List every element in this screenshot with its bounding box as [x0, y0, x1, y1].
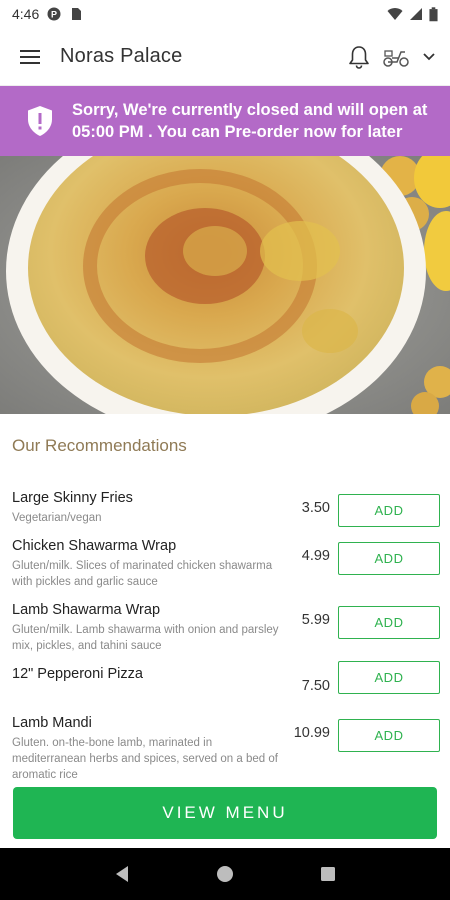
closed-banner: Sorry, We're currently closed and will o…: [0, 86, 450, 156]
wifi-icon: [387, 8, 403, 20]
system-nav-bar: [0, 848, 450, 900]
item-price: 4.99: [301, 548, 330, 564]
item-description: Gluten. on-the-bone lamb, marinated in m…: [12, 737, 278, 781]
p-circle-icon: P: [47, 7, 61, 21]
banner-line-2: 05:00 PM . You can Pre-order now for lat…: [72, 123, 403, 141]
recommendations-list[interactable]: Large Skinny Fries Vegetarian/vegan 3.50…: [0, 490, 450, 782]
home-icon[interactable]: [211, 860, 239, 888]
add-button[interactable]: ADD: [338, 719, 440, 752]
app-bar: Noras Palace: [0, 28, 450, 86]
hero-food-image: [0, 156, 450, 414]
item-price: 3.50: [301, 500, 330, 516]
view-menu-button[interactable]: VIEW MENU: [13, 787, 437, 839]
list-item: Lamb Shawarma Wrap Gluten/milk. Lamb sha…: [0, 602, 450, 662]
battery-icon: [429, 6, 438, 21]
list-item: Chicken Shawarma Wrap Gluten/milk. Slice…: [0, 538, 450, 598]
status-time: 4:46: [12, 6, 40, 22]
list-item: 12" Pepperoni Pizza 7.50 ADD: [0, 661, 450, 710]
status-bar: 4:46 P: [0, 0, 450, 28]
signal-icon: [410, 8, 422, 20]
item-price: 7.50: [301, 678, 330, 694]
scooter-icon[interactable]: [382, 46, 410, 68]
recents-icon[interactable]: [314, 860, 342, 888]
shield-alert-icon: [28, 106, 52, 136]
item-price: 5.99: [301, 612, 330, 628]
item-description: Gluten/milk. Slices of marinated chicken…: [12, 560, 273, 588]
list-item: Lamb Mandi Gluten. on-the-bone lamb, mar…: [0, 715, 450, 782]
bell-icon[interactable]: [348, 45, 370, 69]
add-button[interactable]: ADD: [338, 606, 440, 639]
chevron-down-icon[interactable]: [422, 52, 436, 62]
sim-card-icon: [72, 8, 82, 20]
restaurant-title: Noras Palace: [60, 45, 183, 67]
item-name: Lamb Shawarma Wrap: [12, 602, 161, 618]
banner-line-1: Sorry, We're currently closed and will o…: [72, 101, 428, 119]
item-name: Large Skinny Fries: [12, 490, 133, 506]
list-item: Large Skinny Fries Vegetarian/vegan 3.50…: [0, 490, 450, 532]
item-description: Vegetarian/vegan: [12, 512, 102, 524]
item-name: 12" Pepperoni Pizza: [12, 666, 143, 682]
hamburger-menu-icon[interactable]: [14, 41, 46, 73]
item-description: Gluten/milk. Lamb shawarma with onion an…: [12, 624, 279, 652]
svg-text:P: P: [51, 10, 57, 20]
section-title: Our Recommendations: [12, 436, 187, 455]
item-name: Lamb Mandi: [12, 715, 92, 731]
add-button[interactable]: ADD: [338, 661, 440, 694]
back-icon[interactable]: [108, 860, 136, 888]
item-price: 10.99: [293, 725, 330, 741]
item-name: Chicken Shawarma Wrap: [12, 538, 177, 554]
add-button[interactable]: ADD: [338, 542, 440, 575]
add-button[interactable]: ADD: [338, 494, 440, 527]
